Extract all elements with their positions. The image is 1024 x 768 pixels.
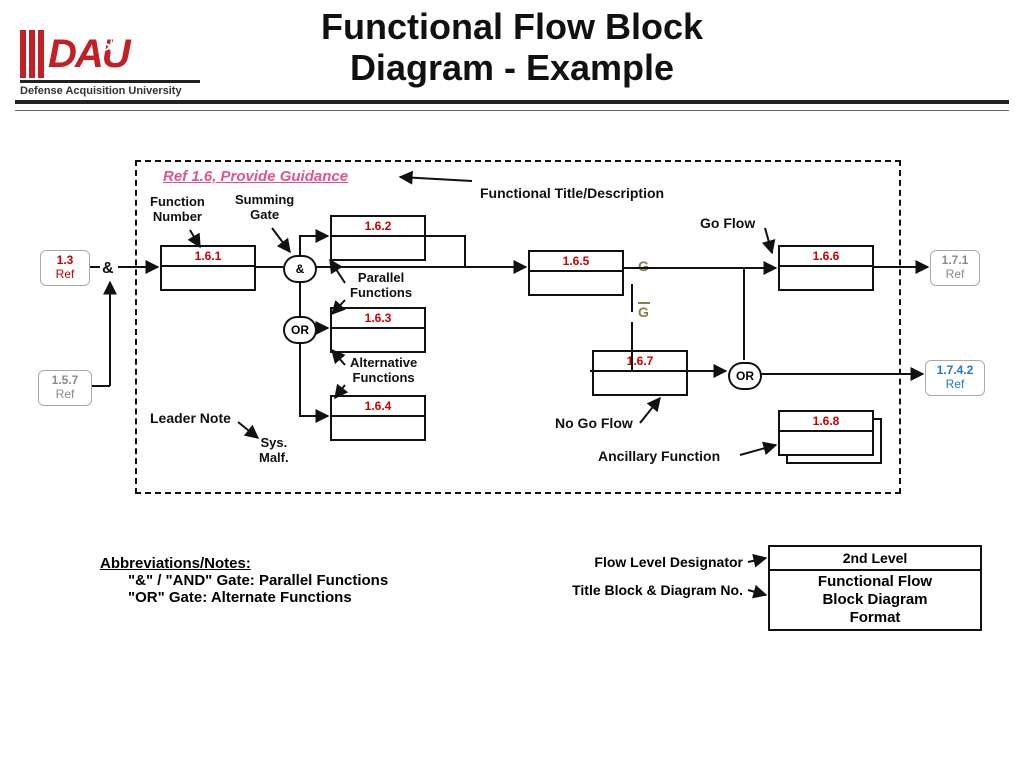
block-1-6-1: 1.6.1 [160, 245, 256, 291]
block-1-6-6: 1.6.6 [778, 245, 874, 291]
rule-thick [15, 100, 1009, 104]
lbl-ancillary: Ancillary Function [598, 448, 720, 464]
dau-logo: DAU ✶ Defense Acquisition University [20, 30, 200, 97]
lbl-title-block: Title Block & Diagram No. [543, 582, 743, 598]
ref-1-7-4-2: 1.7.4.2Ref [925, 360, 985, 396]
ref-1-5-7: 1.5.7Ref [38, 370, 92, 406]
block-1-6-5: 1.6.5 [528, 250, 624, 296]
gate-and: & [283, 255, 317, 283]
lbl-go-flow: Go Flow [700, 215, 755, 231]
lbl-parallel: Parallel Functions [350, 270, 412, 300]
notes-heading: Abbreviations/Notes: [100, 555, 388, 572]
block-1-6-3: 1.6.3 [330, 307, 426, 353]
lbl-functional-title: Functional Title/Description [480, 185, 664, 201]
notes-line-1: "&" / "AND" Gate: Parallel Functions [128, 572, 388, 589]
g-label: G [638, 258, 649, 274]
title-block-format: Functional Flow Block Diagram Format [770, 571, 980, 627]
notes-block: Abbreviations/Notes: "&" / "AND" Gate: P… [100, 555, 388, 606]
block-1-6-7: 1.6.7 [592, 350, 688, 396]
and-join-text: & [102, 260, 114, 278]
lbl-no-go: No Go Flow [555, 415, 633, 431]
gate-or-2: OR [728, 362, 762, 390]
lbl-leader-note: Leader Note [150, 410, 231, 426]
lbl-alternative: Alternative Functions [350, 355, 417, 385]
block-1-6-2: 1.6.2 [330, 215, 426, 261]
g-bar-label: G [638, 304, 649, 320]
title-block: 2nd Level Functional Flow Block Diagram … [768, 545, 982, 631]
ref-1-3: 1.3Ref [40, 250, 90, 286]
block-1-6-8: 1.6.8 [778, 410, 874, 456]
notes-line-2: "OR" Gate: Alternate Functions [128, 589, 388, 606]
lbl-flow-level: Flow Level Designator [543, 554, 743, 570]
functional-title-link: Ref 1.6, Provide Guidance [163, 168, 348, 185]
lbl-function-number: Function Number [150, 194, 205, 224]
lbl-summing-gate: Summing Gate [235, 192, 294, 222]
block-1-6-4: 1.6.4 [330, 395, 426, 441]
gate-or-1: OR [283, 316, 317, 344]
title-block-level: 2nd Level [770, 547, 980, 571]
lbl-sys-malf: Sys. Malf. [259, 435, 289, 465]
ref-1-7-1: 1.7.1Ref [930, 250, 980, 286]
logo-subtitle: Defense Acquisition University [20, 85, 200, 97]
rule-thin [15, 110, 1009, 111]
